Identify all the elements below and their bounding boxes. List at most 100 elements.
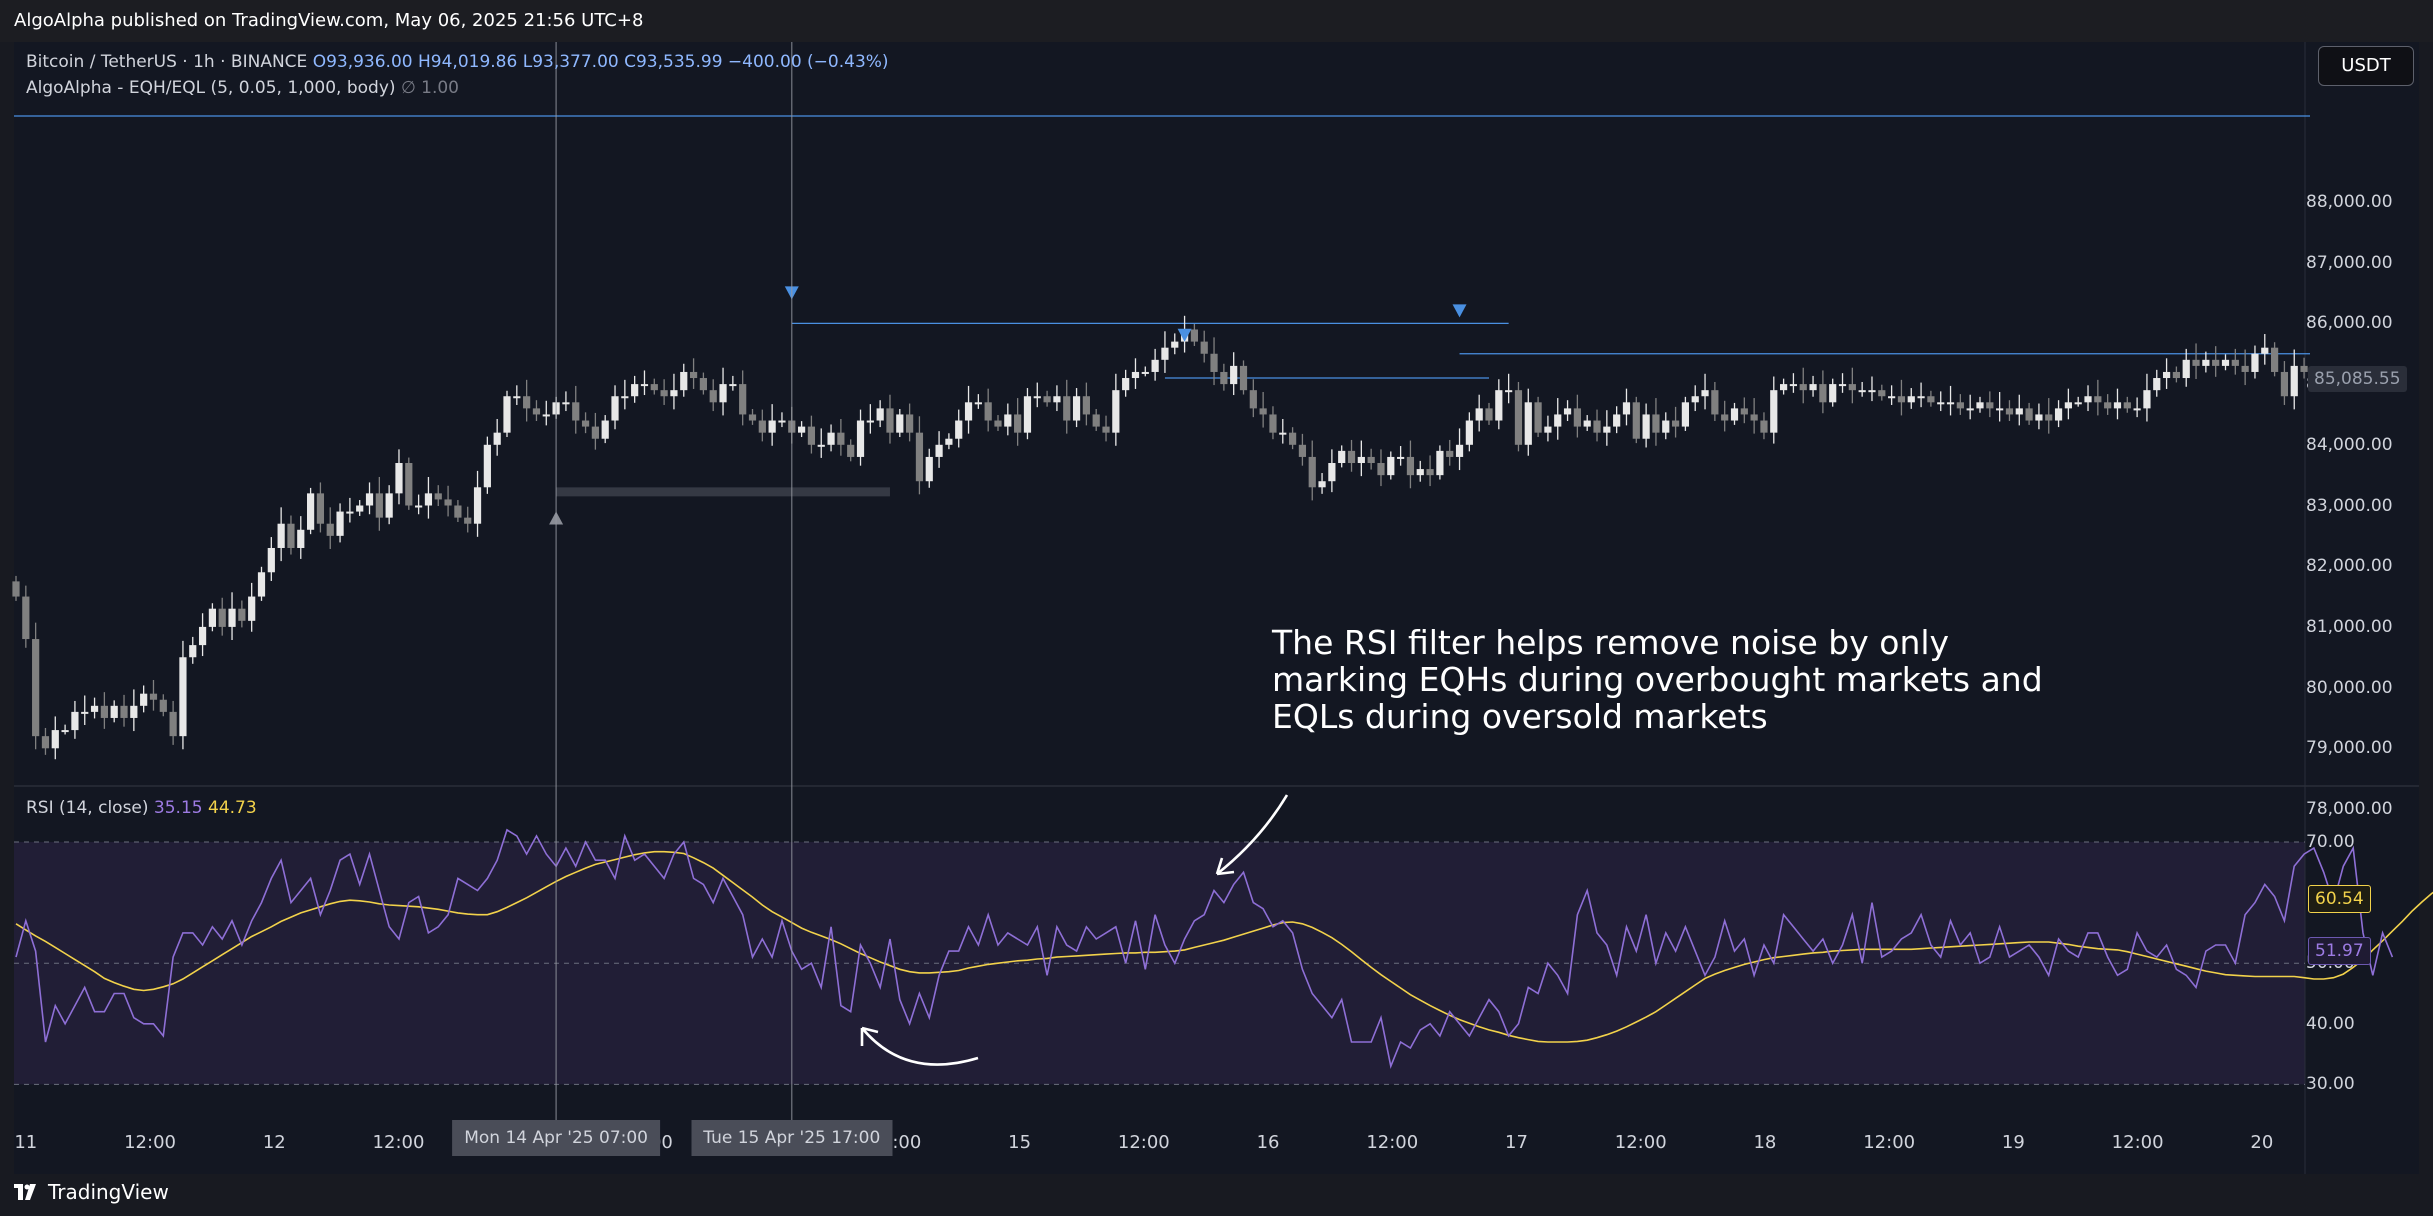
candle-body	[1730, 408, 1739, 421]
candle-body	[2271, 347, 2279, 372]
candle-body	[1956, 402, 1964, 409]
candle-body	[1298, 444, 1307, 457]
candle-body	[2045, 414, 2053, 421]
candle-body	[542, 414, 550, 417]
candle-body	[2261, 347, 2269, 354]
candle-body	[189, 645, 197, 658]
candle-body	[257, 572, 266, 597]
candle-body	[1318, 481, 1326, 488]
candle-body	[415, 505, 423, 508]
candle-body	[1652, 414, 1660, 433]
brand-name: TradingView	[48, 1180, 169, 1204]
candle-body	[709, 390, 717, 403]
candle-body	[2290, 365, 2298, 397]
candle-body	[1632, 402, 1640, 439]
candle-body	[1838, 384, 1847, 387]
tradingview-brand[interactable]: TradingView	[14, 1180, 169, 1204]
candle-body	[1112, 390, 1120, 433]
rsi-tag: 51.97	[2308, 937, 2371, 966]
candle-body	[1141, 371, 1149, 374]
candle-body	[591, 426, 599, 439]
price-axis-label: 80,000.00	[2306, 677, 2393, 698]
candle-body	[2192, 359, 2200, 366]
chart-canvas[interactable]	[0, 0, 2433, 1216]
candle-body	[1642, 414, 1650, 439]
time-axis-label: 12	[262, 1132, 286, 1153]
candle-body	[680, 371, 688, 391]
candle-body	[523, 396, 531, 409]
indicator-legend: AlgoAlpha - EQH/EQL (5, 0.05, 1,000, bod…	[26, 78, 459, 98]
candle-body	[1122, 378, 1130, 391]
candle-body	[1927, 396, 1935, 403]
candle-body	[81, 711, 89, 714]
candle-body	[365, 493, 374, 506]
candle-body	[2280, 371, 2289, 397]
price-tag: 85,085.55	[2308, 365, 2407, 392]
price-axis-label: 82,000.00	[2306, 556, 2393, 577]
candle-body	[1033, 396, 1041, 399]
candle-body	[12, 581, 20, 597]
candle-body	[1671, 420, 1680, 427]
rsi-title[interactable]: RSI (14, close)	[26, 798, 149, 818]
candle-body	[248, 596, 256, 621]
candle-body	[611, 396, 619, 421]
candle-body	[375, 493, 383, 518]
candle-body	[130, 705, 138, 718]
candle-body	[2182, 359, 2190, 379]
candle-body	[2025, 408, 2033, 421]
rsi-value: 35.15	[153, 798, 203, 818]
candle-body	[238, 608, 246, 621]
candle-body	[1357, 456, 1365, 464]
candle-body	[621, 396, 629, 399]
candle-body	[1819, 384, 1827, 403]
candle-body	[1200, 341, 1208, 354]
candle-body	[307, 493, 315, 530]
candle-body	[1406, 456, 1415, 476]
candle-body	[1858, 390, 1866, 393]
candle-body	[2064, 402, 2072, 409]
candle-body	[1750, 414, 1758, 421]
candle-body	[267, 547, 275, 573]
candle-body	[1505, 390, 1513, 393]
candle-body	[1426, 469, 1434, 476]
eql-zone	[556, 487, 890, 497]
crosshair-time-tip: Mon 14 Apr '25 07:00	[452, 1120, 660, 1156]
candle-body	[1583, 420, 1591, 427]
annotation-text: The RSI filter helps remove noise by onl…	[1272, 624, 2092, 735]
candle-body	[562, 402, 570, 405]
candle-body	[1289, 432, 1297, 445]
candle-body	[454, 505, 462, 518]
indicator-extra: ∅ 1.00	[400, 78, 460, 98]
candle-body	[1809, 384, 1817, 391]
price-axis-label: 81,000.00	[2306, 616, 2393, 637]
candle-body	[1367, 456, 1375, 464]
candle-body	[513, 396, 521, 399]
candle-body	[2015, 408, 2023, 415]
candle-body	[483, 444, 491, 488]
candle-body	[41, 736, 50, 749]
candle-body	[71, 711, 79, 731]
candle-body	[464, 517, 472, 524]
candle-body	[1308, 456, 1316, 488]
candle-body	[1799, 384, 1807, 391]
symbol-title[interactable]: Bitcoin / TetherUS · 1h · BINANCE	[26, 52, 307, 72]
candle-body	[444, 499, 452, 506]
indicator-title[interactable]: AlgoAlpha - EQH/EQL (5, 0.05, 1,000, bod…	[26, 78, 396, 98]
currency-button[interactable]: USDT	[2318, 46, 2414, 86]
candle-body	[424, 493, 433, 506]
candle-body	[1534, 402, 1542, 433]
candle-body	[631, 384, 639, 397]
time-axis-label: 12:00	[124, 1132, 176, 1153]
candle-body	[699, 378, 707, 391]
low-value: L93,377.00	[522, 52, 619, 72]
time-axis-label: 12:00	[1863, 1132, 1916, 1153]
rsi-legend: RSI (14, close) 35.15 44.73	[26, 798, 257, 818]
candle-body	[739, 384, 747, 415]
candle-body	[1377, 463, 1385, 476]
candle-body	[1603, 426, 1611, 433]
candle-body	[1328, 463, 1336, 482]
candle-body	[1681, 402, 1689, 427]
candle-body	[1455, 444, 1464, 457]
candle-body	[964, 402, 973, 421]
crosshair-time-tip: Tue 15 Apr '25 17:00	[691, 1120, 893, 1156]
